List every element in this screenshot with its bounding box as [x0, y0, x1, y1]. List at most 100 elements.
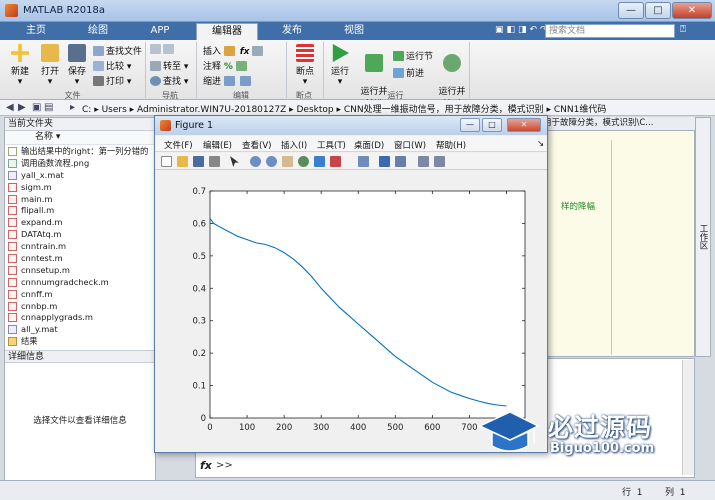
pointer-icon[interactable] — [230, 156, 239, 167]
up-folder-icon[interactable]: ▣ — [32, 102, 41, 113]
file-list-item[interactable]: cnntest.m — [5, 252, 155, 264]
link-plot-icon[interactable] — [358, 156, 369, 167]
print-button[interactable]: 打印 ▾ — [93, 74, 131, 87]
file-list-item[interactable]: 输出结果中的right：第一列分错的 — [5, 145, 155, 157]
open-file-icon[interactable] — [177, 156, 188, 167]
file-list-item[interactable]: sigm.m — [5, 181, 155, 193]
current-folder-title: 当前文件夹 — [5, 118, 155, 131]
tab-editor[interactable]: 编辑器 — [196, 23, 258, 40]
search-docs-input[interactable]: 搜索文档 — [545, 24, 675, 38]
file-list-item[interactable]: all_y.mat — [5, 323, 155, 335]
run-section-button[interactable]: 运行节 — [393, 49, 433, 62]
compare-button[interactable]: 比较 ▾ — [93, 59, 131, 72]
figure-minimize-button[interactable]: — — [460, 118, 480, 132]
show-plot-tools-icon[interactable] — [434, 156, 445, 167]
indent-button[interactable]: 缩进 — [203, 74, 253, 87]
comment-button[interactable]: 注释 % — [203, 59, 249, 72]
menu-help[interactable]: 帮助(H) — [436, 139, 466, 151]
file-name: cnnbp.m — [21, 300, 58, 311]
print-icon — [93, 76, 104, 86]
new-figure-icon[interactable] — [161, 156, 172, 167]
tab-view[interactable]: 视图 — [326, 23, 382, 40]
figure-maximize-button[interactable]: □ — [482, 118, 502, 132]
tab-home[interactable]: 主页 — [8, 23, 64, 40]
fx-icon[interactable]: fx — [200, 459, 212, 472]
minimize-button[interactable]: — — [618, 2, 644, 19]
file-list-item[interactable]: yall_x.mat — [5, 169, 155, 181]
find-button[interactable]: 查找 ▾ — [150, 74, 188, 87]
save-button[interactable]: 保存 ▾ — [64, 44, 90, 87]
colorbar-icon[interactable] — [379, 156, 390, 167]
editor-pane[interactable]: 样的降幅 — [540, 117, 695, 357]
menu-file[interactable]: 文件(F) — [164, 139, 193, 151]
zoom-out-icon[interactable] — [266, 156, 277, 167]
menu-edit[interactable]: 编辑(E) — [203, 139, 232, 151]
figure-close-button[interactable]: ✕ — [507, 118, 541, 132]
breadcrumb[interactable]: C: ▸ Users ▸ Administrator.WIN7U-2018012… — [82, 102, 606, 115]
current-folder-panel: 当前文件夹 名称 ▾ 输出结果中的right：第一列分错的 调用函数流程.png y… — [4, 117, 156, 497]
breadcrumb-project[interactable]: CNN处理一维振动信号，用于故障分类，模式识别 — [344, 105, 544, 115]
name-column-header[interactable]: 名称 ▾ — [5, 131, 155, 145]
print-figure-icon[interactable] — [209, 156, 220, 167]
menu-desktop[interactable]: 桌面(D) — [354, 139, 384, 151]
browse-folder-icon[interactable]: ▤ — [44, 102, 53, 113]
file-list-item[interactable]: flipall.m — [5, 204, 155, 216]
rotate-3d-icon[interactable] — [298, 156, 309, 167]
menu-view[interactable]: 查看(V) — [242, 139, 271, 151]
file-list-item[interactable]: 结果 — [5, 335, 155, 347]
file-list-item[interactable]: cnnapplygrads.m — [5, 311, 155, 323]
breadcrumb-admin[interactable]: Administrator.WIN7U-20180127Z — [137, 105, 286, 115]
run-button[interactable]: 运行 ▾ — [326, 44, 354, 87]
brush-icon[interactable] — [330, 156, 341, 167]
breadcrumb-code[interactable]: CNN1维代码 — [554, 105, 606, 115]
file-list-item[interactable]: cnntrain.m — [5, 240, 155, 252]
zoom-in-icon[interactable] — [250, 156, 261, 167]
workspace-side-tab[interactable]: 工作区 — [695, 117, 711, 357]
file-list-item[interactable]: cnnbp.m — [5, 300, 155, 312]
forward-arrow-icon[interactable]: ▶ — [18, 102, 26, 113]
x-tick-label: 500 — [387, 423, 403, 433]
goto-button[interactable]: 转至 ▾ — [150, 59, 188, 72]
advance-button[interactable]: 前进 — [393, 66, 424, 79]
hide-plot-tools-icon[interactable] — [418, 156, 429, 167]
menu-dock-icon[interactable]: ↘ — [537, 139, 544, 149]
breadcrumb-drive[interactable]: C: — [82, 105, 91, 115]
insert-button[interactable]: 插入 fx — [203, 44, 265, 57]
menu-insert[interactable]: 插入(I) — [281, 139, 307, 151]
data-cursor-icon[interactable] — [314, 156, 325, 167]
file-list-item[interactable]: main.m — [5, 193, 155, 205]
new-button[interactable]: 新建 ▾ — [6, 44, 34, 87]
save-figure-icon[interactable] — [193, 156, 204, 167]
find-files-button[interactable]: 查找文件 — [93, 44, 142, 57]
compare-icon — [93, 61, 104, 71]
help-icon[interactable]: ⍰ — [680, 24, 686, 35]
figure-menu-bar: 文件(F) 编辑(E) 查看(V) 插入(I) 工具(T) 桌面(D) 窗口(W… — [155, 136, 547, 152]
tab-plots[interactable]: 绘图 — [70, 23, 126, 40]
file-list-item[interactable]: 调用函数流程.png — [5, 157, 155, 169]
menu-window[interactable]: 窗口(W) — [394, 139, 426, 151]
breakpoints-button[interactable]: 断点 ▾ — [290, 44, 320, 87]
figure-window[interactable]: Figure 1 — □ ✕ 文件(F) 编辑(E) 查看(V) 插入(I) 工… — [154, 115, 548, 453]
pan-hand-icon[interactable] — [282, 156, 293, 167]
figure-title-bar[interactable]: Figure 1 — □ ✕ — [155, 116, 547, 135]
file-list-item[interactable]: cnnff.m — [5, 288, 155, 300]
menu-tools[interactable]: 工具(T) — [317, 139, 346, 151]
maximize-button[interactable]: □ — [645, 2, 671, 19]
y-tick-label: 0.5 — [192, 252, 206, 262]
close-button[interactable]: ✕ — [672, 2, 712, 19]
open-button[interactable]: 打开 ▾ — [36, 44, 64, 87]
back-arrow-icon[interactable]: ◀ — [6, 102, 14, 113]
editor-tab[interactable]: 用于故障分类，模式识别\C... — [540, 117, 695, 131]
file-list-item[interactable]: expand.m — [5, 216, 155, 228]
file-list-item[interactable]: cnnnumgradcheck.m — [5, 276, 155, 288]
tab-apps[interactable]: APP — [132, 23, 188, 40]
tab-publish[interactable]: 发布 — [264, 23, 320, 40]
file-list-item[interactable]: cnnsetup.m — [5, 264, 155, 276]
legend-icon[interactable] — [395, 156, 406, 167]
breadcrumb-users[interactable]: Users — [102, 105, 127, 115]
file-list-item[interactable]: DATAtq.m — [5, 228, 155, 240]
nav-back-forward[interactable] — [150, 44, 176, 55]
graduation-cap-logo — [478, 411, 540, 452]
timer-icon — [443, 54, 461, 72]
breadcrumb-desktop[interactable]: Desktop — [297, 105, 334, 115]
